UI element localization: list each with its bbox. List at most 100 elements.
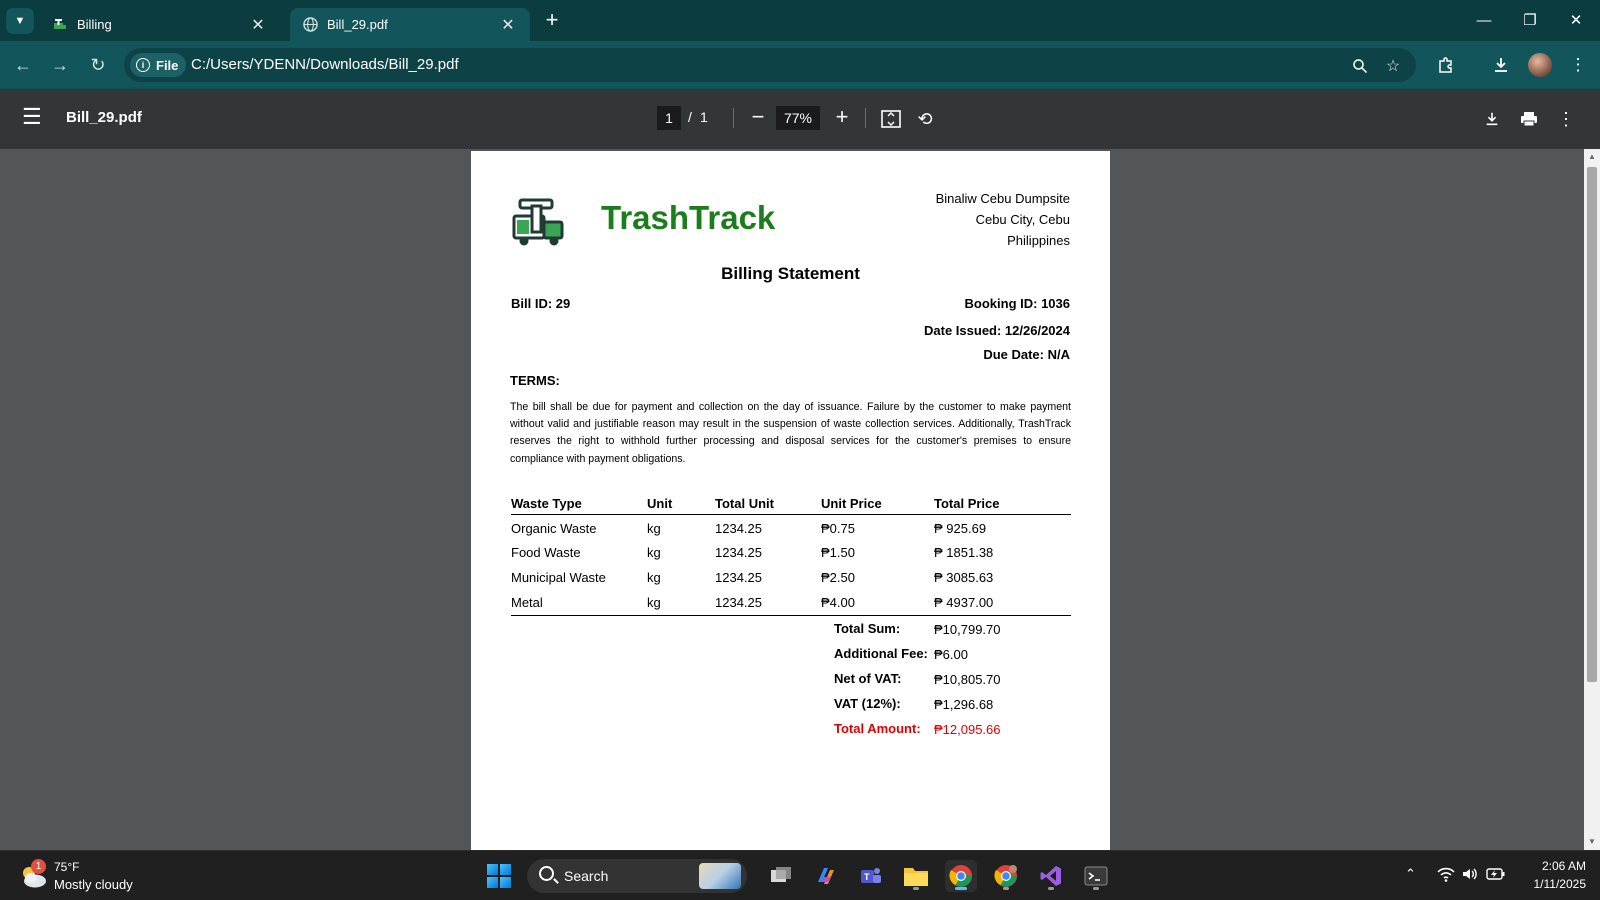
table-cell: Food Waste	[511, 545, 581, 560]
chip-label: File	[156, 57, 179, 73]
show-hidden-icons-icon[interactable]: ⌃	[1405, 866, 1416, 882]
zoom-icon[interactable]	[1350, 56, 1370, 76]
weather-badge: 1	[31, 859, 46, 874]
table-cell: kg	[647, 589, 715, 616]
scrollbar-thumb[interactable]	[1587, 167, 1597, 682]
teams-icon[interactable]: T	[855, 860, 887, 892]
trashtrack-favicon-icon	[52, 17, 68, 33]
chrome-icon[interactable]	[945, 860, 977, 892]
reload-icon[interactable]: ↻	[85, 52, 111, 78]
scrollbar[interactable]: ▲ ▼	[1584, 149, 1600, 850]
pdf-more-icon[interactable]: ⋮	[1553, 106, 1579, 132]
column-header: Total Price	[934, 496, 1071, 515]
chevron-down-icon: ▼	[14, 15, 26, 27]
tab-bill-pdf[interactable]: Bill_29.pdf ✕	[290, 8, 530, 41]
table-cell: ₱4.00	[821, 589, 934, 616]
address-line: Binaliw Cebu Dumpsite	[935, 191, 1070, 206]
close-window-icon[interactable]: ✕	[1556, 6, 1596, 34]
taskbar: 1 75°F Mostly cloudy Search T ⌃ 2:06 AM …	[0, 850, 1600, 900]
terms-text: The bill shall be due for payment and co…	[510, 401, 1071, 465]
back-icon[interactable]: ←	[10, 52, 36, 78]
net-of-vat-label: Net of VAT:	[834, 671, 902, 686]
date-issued: Date Issued: 12/26/2024	[924, 323, 1070, 338]
table-cell: ₱2.50	[821, 570, 855, 585]
search-label: Search	[564, 868, 609, 884]
globe-icon	[302, 17, 318, 33]
minimize-icon[interactable]: —	[1464, 6, 1504, 34]
running-indicator	[1093, 887, 1099, 890]
pdf-menu-icon[interactable]: ☰	[22, 106, 44, 129]
column-header: Unit Price	[821, 496, 934, 515]
billing-table: Waste Type Unit Total Unit Unit Price To…	[511, 496, 1071, 616]
forward-icon[interactable]: →	[47, 52, 73, 78]
tab-title: Bill_29.pdf	[327, 17, 388, 32]
running-indicator	[1003, 887, 1009, 890]
rotate-icon[interactable]: ⟲	[912, 106, 938, 132]
table-row: Municipal Waste kg 1234.25 ₱2.50 ₱ 3085.…	[511, 564, 1071, 589]
additional-fee-label: Additional Fee:	[834, 646, 928, 661]
page-total: 1	[700, 109, 708, 125]
tab-search-button[interactable]: ▼	[6, 8, 34, 34]
search-icon	[539, 866, 554, 881]
table-cell: 1234.25	[715, 520, 762, 536]
table-header-row: Waste Type Unit Total Unit Unit Price To…	[511, 496, 1071, 515]
clock-time[interactable]: 2:06 AM	[1522, 859, 1586, 873]
battery-icon[interactable]	[1486, 867, 1506, 886]
close-tab-icon[interactable]: ✕	[498, 15, 518, 35]
table-cell: 1234.25	[715, 545, 762, 560]
running-indicator	[913, 887, 919, 890]
weather-description: Mostly cloudy	[54, 877, 133, 892]
address-bar[interactable]: i File C:/Users/YDENN/Downloads/Bill_29.…	[124, 48, 1416, 82]
table-row: Food Waste kg 1234.25 ₱1.50 ₱ 1851.38	[511, 539, 1071, 564]
booking-id: Booking ID: 1036	[964, 296, 1070, 311]
url-text[interactable]: C:/Users/YDENN/Downloads/Bill_29.pdf	[191, 56, 459, 73]
terminal-icon[interactable]	[1080, 860, 1112, 892]
site-info-chip[interactable]: i File	[130, 53, 187, 77]
new-tab-button[interactable]: +	[540, 7, 564, 32]
extensions-icon[interactable]	[1434, 53, 1458, 77]
table-cell: ₱1.50	[821, 545, 855, 560]
column-header: Waste Type	[511, 496, 647, 515]
browser-menu-icon[interactable]: ⋮	[1566, 53, 1590, 77]
net-of-vat-value: ₱10,805.70	[934, 672, 1001, 687]
zoom-in-icon[interactable]: +	[829, 104, 855, 130]
scroll-down-icon[interactable]: ▼	[1588, 837, 1596, 846]
download-icon[interactable]	[1479, 106, 1505, 132]
chrome-profile-icon[interactable]	[990, 860, 1022, 892]
total-amount-value: ₱12,095.66	[934, 722, 1001, 737]
task-view-icon[interactable]	[765, 860, 797, 892]
total-amount-label: Total Amount:	[834, 721, 921, 736]
fit-page-icon[interactable]	[878, 106, 904, 132]
tab-title: Billing	[77, 17, 112, 32]
pdf-title: Bill_29.pdf	[66, 109, 142, 126]
clock-date[interactable]: 1/11/2025	[1522, 877, 1587, 891]
table-row: Metal kg 1234.25 ₱4.00 ₱ 4937.00	[511, 589, 1071, 616]
tab-billing[interactable]: Billing ✕	[40, 8, 280, 41]
vat-label: VAT (12%):	[834, 696, 901, 711]
bookmark-star-icon[interactable]: ☆	[1383, 56, 1403, 76]
file-explorer-icon[interactable]	[900, 860, 932, 892]
running-indicator	[1048, 887, 1054, 890]
vat-value: ₱1,296.68	[934, 697, 994, 712]
profile-avatar[interactable]	[1528, 53, 1552, 77]
total-sum-label: Total Sum:	[834, 621, 901, 636]
close-tab-icon[interactable]: ✕	[248, 15, 268, 35]
copilot-icon[interactable]	[810, 860, 842, 892]
volume-icon[interactable]	[1461, 866, 1479, 887]
restore-icon[interactable]: ❐	[1510, 6, 1550, 34]
page-number-input[interactable]: 1	[657, 106, 681, 130]
print-icon[interactable]	[1516, 106, 1542, 132]
scroll-up-icon[interactable]: ▲	[1588, 152, 1596, 161]
search-highlight-image	[699, 863, 741, 889]
taskbar-search[interactable]: Search	[527, 859, 747, 893]
table-cell: kg	[647, 570, 661, 585]
bill-id: Bill ID: 29	[511, 296, 571, 311]
wifi-icon[interactable]	[1437, 866, 1455, 887]
windows-start-icon[interactable]	[487, 864, 511, 888]
zoom-input[interactable]: 77%	[776, 106, 820, 130]
table-cell: Organic Waste	[511, 520, 597, 536]
zoom-out-icon[interactable]: −	[745, 104, 771, 130]
downloads-icon[interactable]	[1489, 53, 1513, 77]
terms-heading: TERMS:	[510, 373, 560, 388]
visual-studio-icon[interactable]	[1035, 860, 1067, 892]
